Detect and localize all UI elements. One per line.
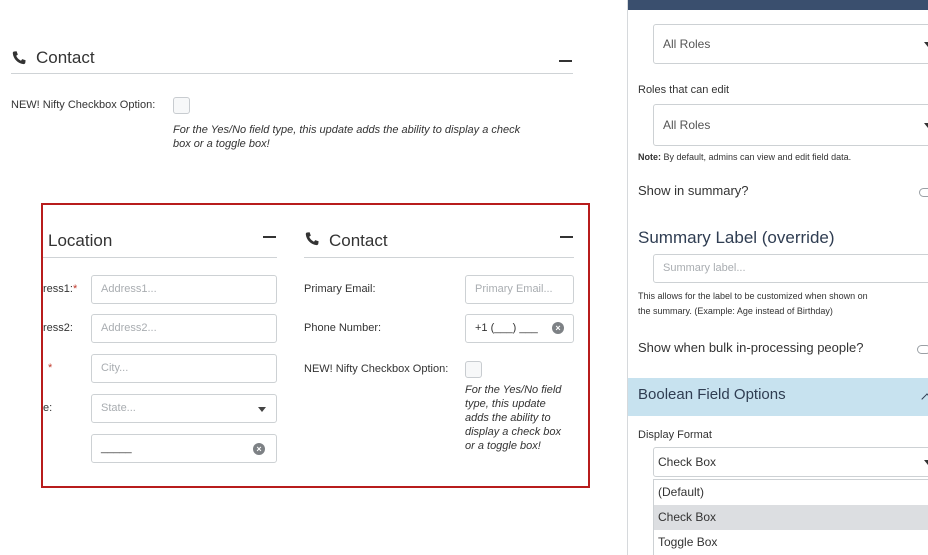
view-roles-select[interactable]: All Roles (653, 24, 928, 64)
zip-value: _____ (101, 442, 132, 454)
top-nifty-checkbox[interactable] (173, 97, 190, 114)
display-format-label: Display Format (638, 429, 712, 441)
contact-help-text: For the Yes/No field type, this update a… (465, 384, 562, 452)
phone-label: Phone Number: (304, 322, 382, 334)
boolean-options-heading: Boolean Field Options (638, 386, 786, 403)
contact-checkbox-label: NEW! Nifty Checkbox Option: (304, 363, 449, 375)
display-format-option-toggle-box[interactable]: Toggle Box (654, 530, 928, 555)
top-help-line-1: For the Yes/No field type, this update a… (173, 124, 521, 136)
display-format-select[interactable]: Check Box (653, 447, 928, 477)
summary-label-heading: Summary Label (override) (638, 228, 835, 247)
location-title: Location (48, 231, 113, 250)
phone-icon (305, 232, 319, 246)
bulk-processing-label: Show when bulk in-processing people? (638, 340, 864, 355)
location-collapse-button[interactable] (263, 236, 276, 238)
display-format-caret-icon (924, 460, 928, 465)
top-help-line-2: box or a toggle box! (173, 138, 270, 150)
phone-value: +1 (___) ___ (475, 322, 538, 334)
top-checkbox-label: NEW! Nifty Checkbox Option: (11, 99, 156, 111)
view-roles-caret-icon (924, 42, 928, 47)
phone-icon (12, 51, 26, 65)
contact-divider (304, 257, 574, 258)
contact-title: Contact (329, 231, 388, 250)
state-select-value: State... (101, 402, 136, 414)
edit-roles-label: Roles that can edit (638, 84, 730, 96)
email-label: Primary Email: (304, 283, 376, 295)
state-select[interactable]: State... (91, 394, 277, 423)
bulk-processing-toggle[interactable] (917, 345, 928, 354)
edit-roles-caret-icon (924, 123, 928, 128)
summary-help-line-1: This allows for the label to be customiz… (638, 291, 868, 301)
summary-label-input[interactable]: Summary label... (653, 254, 928, 283)
top-contact-divider (11, 73, 573, 74)
address1-label: ress1:* (43, 283, 78, 295)
phone-clear-icon[interactable]: × (552, 322, 564, 334)
email-input[interactable]: Primary Email... (465, 275, 574, 304)
display-format-value: Check Box (658, 455, 717, 469)
roles-note: Note: By default, admins can view and ed… (638, 152, 852, 162)
zip-input[interactable]: _____ (91, 434, 277, 463)
edit-roles-value: All Roles (663, 118, 711, 132)
show-in-summary-toggle[interactable] (919, 188, 928, 197)
field-settings-panel: All Roles Roles that can edit All Roles … (627, 0, 928, 555)
edit-roles-select[interactable]: All Roles (653, 104, 928, 146)
location-divider (43, 257, 277, 258)
state-caret-icon (258, 407, 266, 412)
display-format-option-check-box[interactable]: Check Box (654, 505, 928, 530)
city-input[interactable]: City... (91, 354, 277, 383)
summary-help-line-2: the summary. (Example: Age instead of Bi… (638, 306, 833, 316)
top-contact-title: Contact (36, 48, 95, 67)
display-format-dropdown: (Default) Check Box Toggle Box (653, 479, 928, 555)
address1-input[interactable]: Address1... (91, 275, 277, 304)
address2-input[interactable]: Address2... (91, 314, 277, 343)
zip-clear-icon[interactable]: × (253, 443, 265, 455)
city-required-marker: * (48, 362, 53, 374)
top-contact-collapse-button[interactable] (559, 60, 572, 62)
show-in-summary-label: Show in summary? (638, 183, 749, 198)
panel-top-bar (628, 0, 928, 10)
contact-collapse-button[interactable] (560, 236, 573, 238)
display-format-option-default[interactable]: (Default) (654, 480, 928, 505)
state-label: e: (43, 402, 53, 414)
address2-label: ress2: (43, 322, 73, 334)
contact-nifty-checkbox[interactable] (465, 361, 482, 378)
view-roles-value: All Roles (663, 37, 711, 51)
